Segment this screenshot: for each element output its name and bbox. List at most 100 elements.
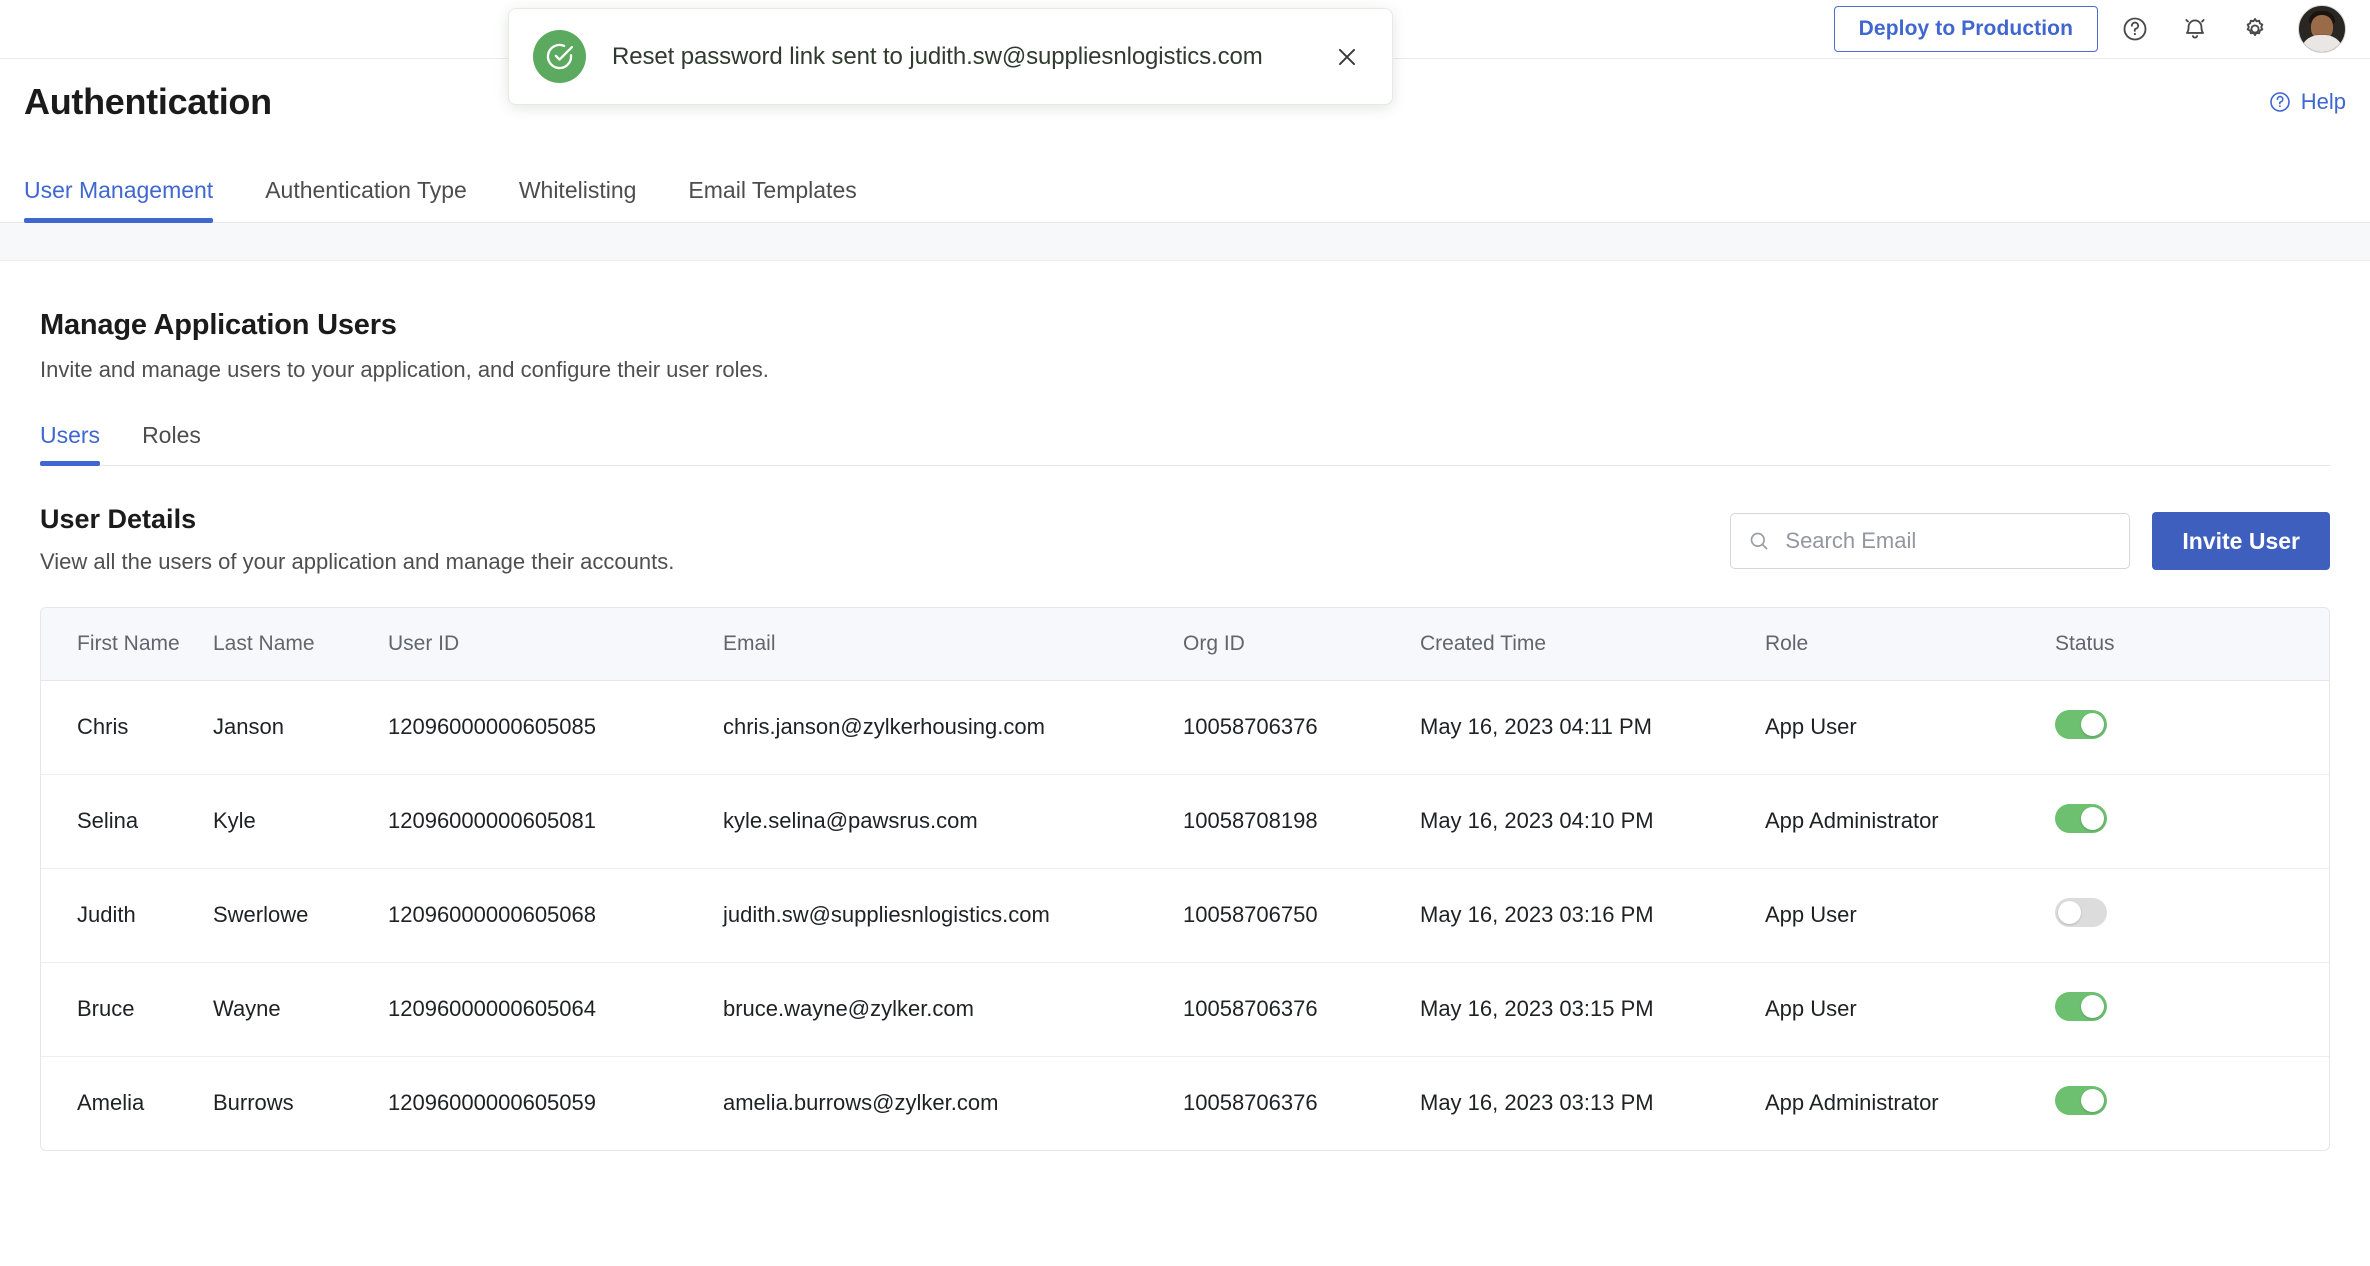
toggle-knob <box>2081 806 2104 830</box>
cell-role: App Administrator <box>1765 1090 1939 1116</box>
cell-org-id: 10058706750 <box>1183 868 1420 963</box>
cell-first-name: Selina <box>41 774 213 869</box>
status-toggle[interactable] <box>2055 1085 2107 1115</box>
cell-role: App User <box>1765 868 2055 963</box>
cell-org-id: 10058706376 <box>1183 680 1420 775</box>
user-table-element: First Name Last Name User ID Email Org I… <box>41 608 2329 1150</box>
cell-last-name: Swerlowe <box>213 868 388 963</box>
column-created-time: Created Time <box>1420 608 1765 681</box>
deploy-to-production-button[interactable]: Deploy to Production <box>1833 6 2098 52</box>
cell-user-id: 12096000000605068 <box>388 868 723 963</box>
main-tab-bar: User Management Authentication Type Whit… <box>0 145 2370 223</box>
cell-email: amelia.burrows@zylker.com <box>723 1090 999 1116</box>
toggle-knob <box>2058 900 2081 924</box>
cell-org-id: 10058706376 <box>1183 962 1420 1057</box>
user-details-header: User Details View all the users of your … <box>40 504 2330 575</box>
cell-user-id: 12096000000605085 <box>388 680 723 775</box>
help-circle-icon[interactable] <box>2112 6 2158 52</box>
column-email: Email <box>723 608 1183 681</box>
close-icon[interactable] <box>1328 38 1366 76</box>
cell-last-name: Wayne <box>213 962 388 1057</box>
column-role: Role <box>1765 608 2055 681</box>
section-title: Manage Application Users <box>40 309 397 341</box>
status-toggle[interactable] <box>2055 803 2107 833</box>
column-first-name: First Name <box>41 608 213 681</box>
avatar-body <box>2300 35 2344 52</box>
cell-created-time: May 16, 2023 03:13 PM <box>1420 1090 1654 1116</box>
cell-role: App Administrator <box>1765 774 2055 869</box>
tab-email-templates[interactable]: Email Templates <box>688 177 856 222</box>
cell-last-name: Janson <box>213 680 388 775</box>
cell-org-id: 10058706376 <box>1183 1090 1318 1116</box>
column-user-id: User ID <box>388 608 723 681</box>
user-details-subtitle: View all the users of your application a… <box>40 549 675 574</box>
table-row[interactable]: Chris Janson 12096000000605085 chris.janson… <box>41 680 2329 775</box>
table-row[interactable]: Judith Swerlowe 12096000000605068 judith.sw… <box>41 868 2329 963</box>
cell-role: App User <box>1765 680 2055 775</box>
user-details-text: User Details View all the users of your … <box>40 504 1730 575</box>
avatar[interactable] <box>2298 5 2346 53</box>
user-details-actions: Invite User <box>1730 504 2330 570</box>
cell-org-id: 10058708198 <box>1183 774 1420 869</box>
notification-bell-icon[interactable] <box>2172 6 2218 52</box>
table-row[interactable]: Amelia Burrows 12096000000605059 amelia.bur… <box>41 1056 2329 1150</box>
cell-last-name: Kyle <box>213 774 388 869</box>
toggle-knob <box>2081 712 2104 736</box>
column-status: Status <box>2055 608 2329 681</box>
main-content: Manage Application Users Invite and mana… <box>0 261 2370 1266</box>
cell-first-name: Amelia <box>77 1090 145 1116</box>
tab-whitelisting[interactable]: Whitelisting <box>519 177 637 222</box>
column-org-id: Org ID <box>1183 608 1420 681</box>
cell-status <box>2055 962 2329 1057</box>
cell-email: kyle.selina@pawsrus.com <box>723 774 1183 869</box>
cell-created-time: May 16, 2023 03:15 PM <box>1420 962 1765 1057</box>
sub-tab-bar: Users Roles <box>40 408 2330 466</box>
success-check-circle-icon <box>533 30 586 83</box>
cell-first-name: Judith <box>41 868 213 963</box>
cell-user-id: 12096000000605059 <box>388 1090 597 1116</box>
cell-email: chris.janson@zylkerhousing.com <box>723 680 1183 775</box>
help-link[interactable]: Help <box>2268 89 2346 115</box>
toast-notification: Reset password link sent to judith.sw@su… <box>508 8 1393 105</box>
status-toggle[interactable] <box>2055 897 2107 927</box>
help-label: Help <box>2300 89 2346 114</box>
cell-user-id: 12096000000605081 <box>388 774 723 869</box>
table-header-row: First Name Last Name User ID Email Org I… <box>41 608 2329 681</box>
cell-role: App User <box>1765 962 2055 1057</box>
tab-user-management[interactable]: User Management <box>24 177 214 223</box>
cell-created-time: May 16, 2023 04:10 PM <box>1420 774 1765 869</box>
status-toggle[interactable] <box>2055 709 2107 739</box>
subtab-roles[interactable]: Roles <box>142 422 201 465</box>
section-subtitle: Invite and manage users to your applicat… <box>40 357 769 382</box>
status-toggle[interactable] <box>2055 991 2107 1021</box>
page-title: Authentication <box>24 81 272 122</box>
invite-user-button[interactable]: Invite User <box>2152 512 2330 570</box>
toast-message: Reset password link sent to judith.sw@su… <box>612 42 1263 70</box>
cell-status <box>2055 774 2329 869</box>
cell-last-name: Burrows <box>213 1090 294 1116</box>
search-input[interactable] <box>1785 528 2114 554</box>
cell-user-id: 12096000000605064 <box>388 962 723 1057</box>
cell-created-time: May 16, 2023 03:16 PM <box>1420 868 1765 963</box>
help-question-icon <box>2268 90 2292 114</box>
gear-icon[interactable] <box>2232 6 2278 52</box>
tab-authentication-type[interactable]: Authentication Type <box>265 177 467 222</box>
search-icon <box>1747 529 1771 553</box>
cell-email: judith.sw@suppliesnlogistics.com <box>723 868 1183 963</box>
table-row[interactable]: Bruce Wayne 12096000000605064 bruce.wayne@z… <box>41 962 2329 1057</box>
cell-created-time: May 16, 2023 04:11 PM <box>1420 680 1765 775</box>
cell-status <box>2055 1056 2329 1150</box>
user-table: First Name Last Name User ID Email Org I… <box>40 607 2330 1151</box>
cell-email: bruce.wayne@zylker.com <box>723 962 1183 1057</box>
search-email-box[interactable] <box>1730 513 2131 569</box>
toggle-knob <box>2081 1088 2104 1112</box>
subtab-users[interactable]: Users <box>40 422 101 466</box>
toggle-knob <box>2081 994 2104 1018</box>
column-last-name: Last Name <box>213 608 388 681</box>
cell-status <box>2055 680 2329 775</box>
table-head: First Name Last Name User ID Email Org I… <box>41 608 2329 681</box>
cell-first-name: Chris <box>41 680 213 775</box>
section-divider-band <box>0 223 2370 261</box>
cell-status <box>2055 868 2329 963</box>
table-row[interactable]: Selina Kyle 12096000000605081 kyle.selina@p… <box>41 774 2329 869</box>
